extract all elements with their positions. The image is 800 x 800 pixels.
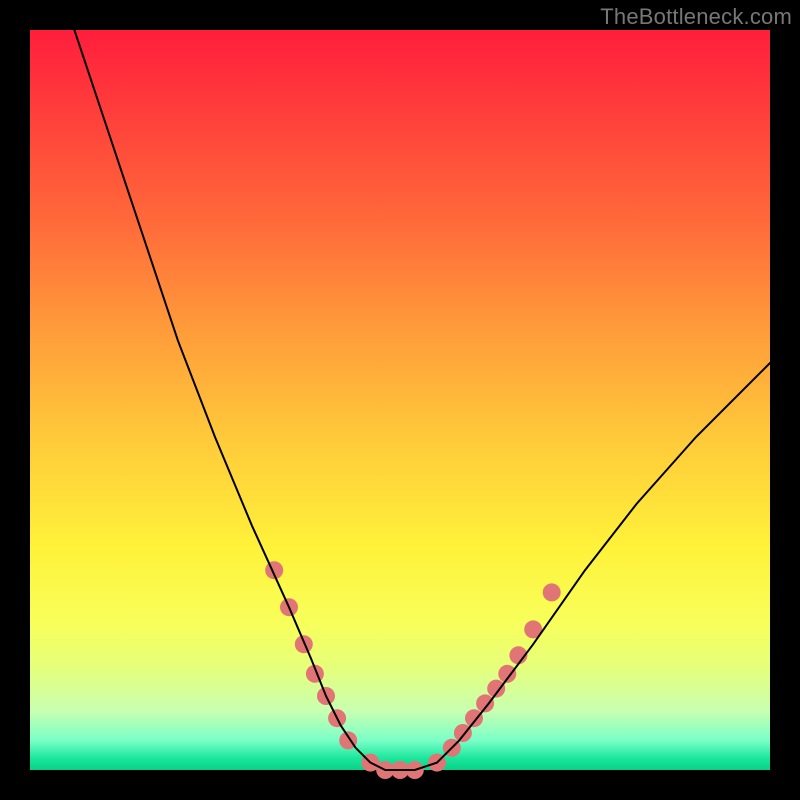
bottleneck-curve	[74, 30, 770, 770]
watermark-text: TheBottleneck.com	[600, 4, 792, 30]
marker-dots	[265, 561, 561, 779]
plot-area	[30, 30, 770, 770]
marker-dot	[476, 694, 494, 712]
marker-dot	[543, 583, 561, 601]
curve-layer	[30, 30, 770, 770]
chart-frame: TheBottleneck.com	[0, 0, 800, 800]
marker-dot	[465, 709, 483, 727]
